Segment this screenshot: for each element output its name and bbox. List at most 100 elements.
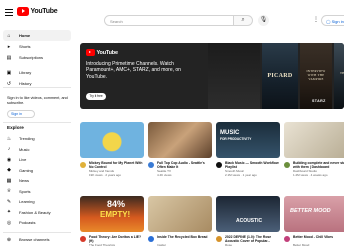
video-thumbnail[interactable]: [148, 122, 212, 158]
logo-text: YouTube: [30, 8, 58, 15]
channel-avatar[interactable]: [80, 236, 86, 242]
sidebar-signin-label: Sign in: [11, 112, 22, 116]
explore-item-gaming[interactable]: ◆ Gaming: [3, 165, 71, 176]
thumbnail-text: MUSIC: [220, 130, 240, 136]
sidebar-signin-button[interactable]: Sign in: [7, 110, 35, 118]
explore-item-fashion-beauty[interactable]: ✦ Fashion & Beauty: [3, 207, 71, 218]
sports-icon: ♕: [6, 188, 12, 194]
explore-item-live[interactable]: ◉ Live: [3, 154, 71, 165]
sidebar-item-label: Podcasts: [19, 220, 36, 225]
youtube-logo[interactable]: YouTube: [17, 7, 58, 16]
video-title[interactable]: Mickey Bound for My Planet With No Contr…: [89, 161, 145, 169]
poster-picard[interactable]: PICARD: [262, 43, 298, 109]
subscriptions-icon: ▤: [6, 54, 12, 61]
sidebar-item-library[interactable]: ▣ Library: [3, 67, 71, 78]
channel-avatar[interactable]: [148, 236, 154, 242]
video-card-top-cop[interactable]: Full Top Cop Audio - Seattle's Often Mak…: [148, 122, 213, 176]
channel-avatar[interactable]: [148, 162, 154, 168]
video-card-building[interactable]: Building complete and never start with t…: [284, 122, 344, 176]
top-bar: YouTube Search ⌕ 🎙 ⋮ ◯ Sign in: [0, 0, 344, 26]
poster-title: THE SERPENT QUEEN: [339, 71, 344, 75]
shorts-icon: ▸: [7, 43, 11, 50]
banner-logo: YouTube: [86, 49, 118, 56]
starz-logo: STARZ: [312, 99, 326, 103]
sidebar-divider: [3, 232, 71, 233]
explore-item-podcasts[interactable]: ◎ Podcasts: [3, 217, 71, 228]
search-input[interactable]: Search: [104, 15, 234, 26]
video-card-acoustic[interactable]: ACOUSTIC 2022 DEFINE (1.0): The Rose Acou…: [216, 196, 280, 246]
home-icon: ⌂: [7, 32, 11, 39]
video-title[interactable]: Better Mood - Chill Vibes: [293, 235, 344, 239]
video-meta: 19K views · 2 years ago: [89, 173, 122, 177]
add-circle-icon: ⊕: [6, 236, 12, 243]
video-card-food-theory[interactable]: 84% EMPTY! Food Theory: Are Doritos a LIE?…: [80, 196, 144, 246]
banner-headline: Introducing Primetime Channels. Watch Pa…: [86, 61, 181, 80]
sidebar-item-label: News: [19, 178, 30, 183]
sidebar-item-label: Music: [19, 146, 30, 152]
video-meta: 2.1M views · 1 year ago: [225, 173, 257, 177]
sidebar-item-label: Subscriptions: [19, 55, 44, 60]
video-card-mickey[interactable]: Mickey Bound for My Planet With No Contr…: [80, 122, 145, 176]
thumbnail-text: ACOUSTIC: [236, 218, 263, 224]
learning-icon: ✎: [6, 198, 12, 205]
banner-art: [208, 43, 260, 109]
video-title[interactable]: Black Music — Smooth Workflow Playlist: [225, 161, 281, 169]
sidebar-item-label: Sports: [19, 188, 31, 194]
channel-avatar[interactable]: [284, 162, 290, 168]
video-meta: 1.2M views · 4 weeks ago: [293, 173, 328, 177]
video-card-better-mood[interactable]: BETTER MOOD Better Mood - Chill Vibes Bett…: [284, 196, 344, 246]
video-thumbnail[interactable]: [148, 196, 212, 232]
channel-avatar[interactable]: [216, 162, 222, 168]
explore-item-music[interactable]: ♪ Music: [3, 144, 71, 155]
video-card-recycled-box[interactable]: Inside The Recycled Box Bread Insider: [148, 196, 212, 246]
microphone-icon[interactable]: 🎙: [258, 15, 269, 26]
video-thumbnail[interactable]: [80, 122, 144, 158]
thumbnail-text: BETTER MOOD: [290, 208, 331, 214]
fashion-icon: ✦: [6, 209, 12, 215]
explore-heading: Explore: [7, 125, 24, 130]
video-thumbnail[interactable]: MUSIC FOR PRODUCTIVITY: [216, 122, 280, 158]
explore-item-learning[interactable]: ✎ Learning: [3, 196, 71, 207]
channel-avatar[interactable]: [80, 162, 86, 168]
channel-avatar[interactable]: [216, 236, 222, 242]
video-thumbnail[interactable]: 84% EMPTY!: [80, 196, 144, 232]
youtube-play-icon: [86, 49, 95, 56]
thumbnail-text: EMPTY!: [100, 210, 131, 219]
video-card-music-productivity[interactable]: MUSIC FOR PRODUCTIVITY Black Music — Smoot…: [216, 122, 281, 176]
video-title[interactable]: Building complete and never start with t…: [293, 161, 344, 169]
explore-item-trending[interactable]: ♨ Trending: [3, 133, 71, 144]
more-vert-icon[interactable]: ⋮: [313, 15, 319, 26]
sidebar-item-shorts[interactable]: ▸ Shorts: [3, 41, 71, 52]
header-signin-label: Sign in: [331, 18, 344, 24]
explore-item-news[interactable]: ▦ News: [3, 175, 71, 186]
sidebar-item-label: Shorts: [19, 44, 31, 49]
video-title[interactable]: Inside The Recycled Box Bread: [157, 235, 213, 239]
sidebar-item-home[interactable]: ⌂ Home: [3, 30, 71, 41]
video-title[interactable]: 2022 DEFINE (1.0): The Rose Acoustic Cov…: [225, 235, 281, 243]
video-thumbnail[interactable]: ACOUSTIC: [216, 196, 280, 232]
signin-note: Sign in to like videos, comment, and sub…: [7, 96, 68, 105]
search-button[interactable]: ⌕: [234, 15, 253, 26]
search-icon: ⌕: [241, 17, 245, 23]
sidebar-item-label: Library: [19, 70, 32, 75]
channel-avatar[interactable]: [284, 236, 290, 242]
try-free-button[interactable]: Try it free: [86, 93, 106, 100]
sidebar-item-label: Gaming: [19, 167, 34, 173]
sidebar-item-label: Fashion & Beauty: [19, 209, 51, 215]
video-title[interactable]: Full Top Cop Audio - Seattle's Often Mak…: [157, 161, 213, 169]
sidebar-item-label: History: [19, 81, 32, 86]
menu-icon[interactable]: [5, 9, 13, 16]
sidebar-item-history[interactable]: ↺ History: [3, 78, 71, 89]
browse-channels[interactable]: ⊕ Browse channels: [3, 234, 71, 245]
video-thumbnail[interactable]: [284, 122, 344, 158]
primetime-banner[interactable]: PICARD INTERVIEW WITH THE VAMPIRE THE SE…: [80, 43, 344, 109]
explore-item-sports[interactable]: ♕ Sports: [3, 186, 71, 197]
video-meta: 4.4K views: [157, 173, 172, 177]
gaming-icon: ◆: [7, 167, 11, 173]
video-title[interactable]: Food Theory: Are Doritos a LIE? (ft): [89, 235, 145, 243]
sidebar-item-subscriptions[interactable]: ▤ Subscriptions: [3, 52, 71, 63]
video-thumbnail[interactable]: BETTER MOOD: [284, 196, 344, 232]
poster-serpent-queen[interactable]: THE SERPENT QUEEN: [334, 43, 344, 109]
header-signin-button[interactable]: ◯ Sign in: [321, 15, 344, 26]
youtube-play-icon: [17, 7, 29, 16]
